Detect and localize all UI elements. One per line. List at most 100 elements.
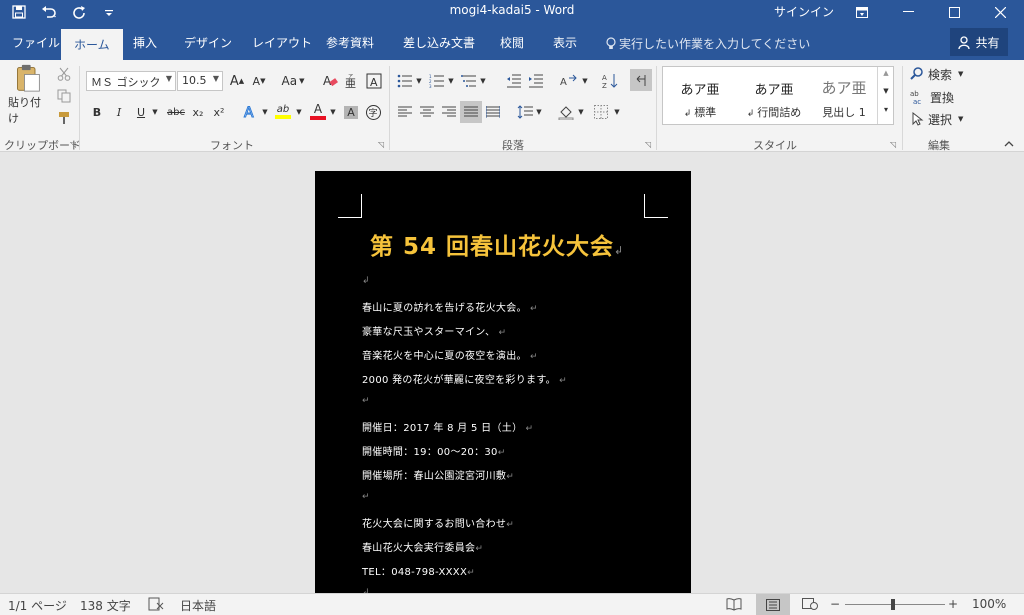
numbering-icon[interactable]: 123 [428, 71, 446, 91]
proofing-icon[interactable] [148, 597, 164, 614]
tab-mailings[interactable]: 差し込み文書 [403, 34, 475, 51]
numbering-dropdown-icon[interactable]: ▼ [446, 71, 456, 91]
italic-button[interactable]: I [110, 102, 128, 122]
scroll-down-icon[interactable]: ▼ [878, 87, 894, 95]
copy-icon[interactable] [55, 88, 73, 104]
text-direction-icon[interactable]: A [558, 71, 580, 91]
zoom-slider-thumb[interactable] [891, 599, 895, 610]
enclose-characters-button[interactable]: 字 [364, 102, 382, 122]
clipboard-launcher-icon[interactable]: ◹ [70, 140, 76, 149]
replace-button[interactable]: ab ac 置換 [910, 88, 954, 106]
character-border-icon[interactable]: A [364, 71, 384, 91]
zoom-in-button[interactable]: + [948, 597, 958, 611]
align-right-icon[interactable] [440, 102, 458, 122]
underline-dropdown-icon[interactable]: ▼ [150, 102, 160, 122]
font-launcher-icon[interactable]: ◹ [378, 140, 384, 149]
shrink-font-button[interactable]: A ▼ [250, 71, 268, 91]
page-count[interactable]: 1/1 ページ [8, 597, 67, 614]
body-line: 音楽花火を中心に夏の夜空を演出。 ↵ [362, 351, 538, 362]
tab-review[interactable]: 校閲 [500, 34, 524, 51]
styles-scroll: ▲ ▼ ▾ [877, 67, 894, 124]
highlight-button[interactable]: ab [272, 100, 294, 122]
style-no-spacing[interactable]: あア亜 ↲ 行間詰め [739, 67, 809, 124]
multilevel-list-icon[interactable] [460, 71, 478, 91]
bullets-icon[interactable] [396, 71, 414, 91]
distributed-icon[interactable] [484, 102, 502, 122]
clear-formatting-icon[interactable]: A [320, 71, 340, 91]
cursor-icon [912, 112, 924, 126]
lightbulb-icon [606, 37, 616, 49]
borders-icon[interactable] [592, 102, 610, 122]
superscript-button[interactable]: x² [210, 102, 228, 122]
strikethrough-button[interactable]: abc [164, 102, 188, 122]
collapse-ribbon-icon[interactable] [1002, 138, 1016, 150]
document-canvas[interactable]: 第 54 回春山花火大会↲ ↲ 春山に夏の訪れを告げる花火大会。 ↵ 豪華な尺玉… [0, 153, 1024, 593]
more-styles-icon[interactable]: ▾ [878, 105, 894, 114]
share-button[interactable]: 共有 [950, 28, 1008, 56]
close-icon[interactable] [977, 0, 1023, 24]
tab-view[interactable]: 表示 [553, 34, 577, 51]
zoom-level[interactable]: 100% [972, 597, 1006, 611]
align-center-icon[interactable] [418, 102, 436, 122]
show-formatting-marks-icon[interactable] [630, 69, 652, 91]
style-heading-1[interactable]: あア亜 見出し 1 [809, 67, 879, 124]
document-page[interactable]: 第 54 回春山花火大会↲ ↲ 春山に夏の訪れを告げる花火大会。 ↵ 豪華な尺玉… [315, 171, 691, 593]
shading-dropdown-icon[interactable]: ▼ [576, 102, 586, 122]
character-shading-button[interactable]: A [342, 102, 360, 122]
cut-icon[interactable] [55, 66, 73, 82]
tab-home[interactable]: ホーム [61, 29, 123, 60]
justify-icon[interactable] [460, 101, 482, 123]
bullets-dropdown-icon[interactable]: ▼ [414, 71, 424, 91]
text-effects-icon[interactable]: A [240, 102, 260, 122]
tab-file[interactable]: ファイル [12, 34, 60, 51]
tab-design[interactable]: デザイン [184, 34, 232, 51]
tell-me-box[interactable]: 実行したい作業を入力してください [606, 35, 810, 52]
sort-icon[interactable]: AZ [600, 71, 620, 91]
scroll-up-icon[interactable]: ▲ [878, 69, 894, 77]
status-bar: 1/1 ページ 138 文字 日本語 − + 100% [0, 593, 1024, 615]
highlight-dropdown-icon[interactable]: ▼ [294, 102, 304, 122]
maximize-icon[interactable] [931, 0, 977, 24]
format-painter-icon[interactable] [55, 110, 73, 126]
tab-insert[interactable]: 挿入 [133, 34, 157, 51]
zoom-slider-track[interactable] [845, 604, 945, 605]
font-name-combo[interactable]: ＭＳ ゴシック ▼ [86, 71, 176, 91]
body-line: 豪華な尺玉やスターマイン、 ↵ [362, 327, 507, 338]
select-button[interactable]: 選択 ▼ [910, 110, 963, 128]
tab-layout[interactable]: レイアウト [252, 34, 312, 51]
increase-indent-icon[interactable] [526, 71, 546, 91]
paragraph-launcher-icon[interactable]: ◹ [645, 140, 651, 149]
phonetic-guide-icon[interactable]: 亜ア [342, 71, 362, 91]
grow-font-button[interactable]: A ▲ [228, 71, 246, 91]
word-count[interactable]: 138 文字 [80, 597, 131, 614]
web-layout-icon[interactable] [802, 597, 818, 614]
tab-references[interactable]: 参考資料 [326, 34, 374, 51]
font-color-button[interactable]: A [308, 100, 328, 122]
signin-link[interactable]: サインイン [774, 3, 834, 20]
ribbon-display-icon[interactable] [839, 0, 885, 24]
find-button[interactable]: 検索 ▼ [910, 65, 963, 83]
decrease-indent-icon[interactable] [504, 71, 524, 91]
text-direction-dropdown-icon[interactable]: ▼ [580, 71, 590, 91]
language-indicator[interactable]: 日本語 [180, 597, 216, 614]
zoom-out-button[interactable]: − [830, 597, 840, 611]
print-layout-icon[interactable] [756, 594, 790, 615]
bold-button[interactable]: B [88, 102, 106, 122]
style-normal[interactable]: あア亜 ↲ 標準 [665, 67, 735, 124]
text-effects-dropdown-icon[interactable]: ▼ [260, 102, 270, 122]
change-case-button[interactable]: Aa ▼ [278, 71, 308, 91]
font-color-dropdown-icon[interactable]: ▼ [328, 102, 338, 122]
align-left-icon[interactable] [396, 102, 414, 122]
multilevel-list-dropdown-icon[interactable]: ▼ [478, 71, 488, 91]
minimize-icon[interactable] [885, 0, 931, 24]
subscript-button[interactable]: x₂ [189, 102, 207, 122]
font-size-combo[interactable]: 10.5 ▼ [177, 71, 223, 91]
underline-button[interactable]: U [132, 102, 150, 122]
styles-launcher-icon[interactable]: ◹ [890, 140, 896, 149]
line-spacing-icon[interactable] [516, 102, 534, 122]
read-mode-icon[interactable] [726, 597, 742, 614]
paste-button[interactable]: 貼り付け [8, 64, 48, 126]
borders-dropdown-icon[interactable]: ▼ [612, 102, 622, 122]
line-spacing-dropdown-icon[interactable]: ▼ [534, 102, 544, 122]
shading-icon[interactable] [556, 102, 576, 122]
